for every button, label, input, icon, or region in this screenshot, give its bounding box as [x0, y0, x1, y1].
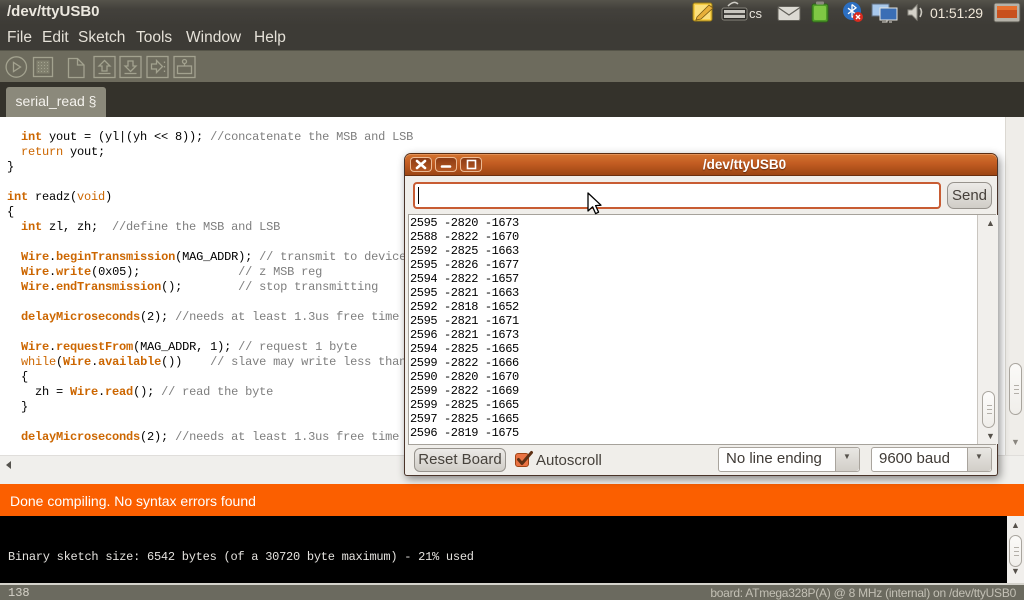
svg-text:cs: cs [749, 6, 763, 21]
